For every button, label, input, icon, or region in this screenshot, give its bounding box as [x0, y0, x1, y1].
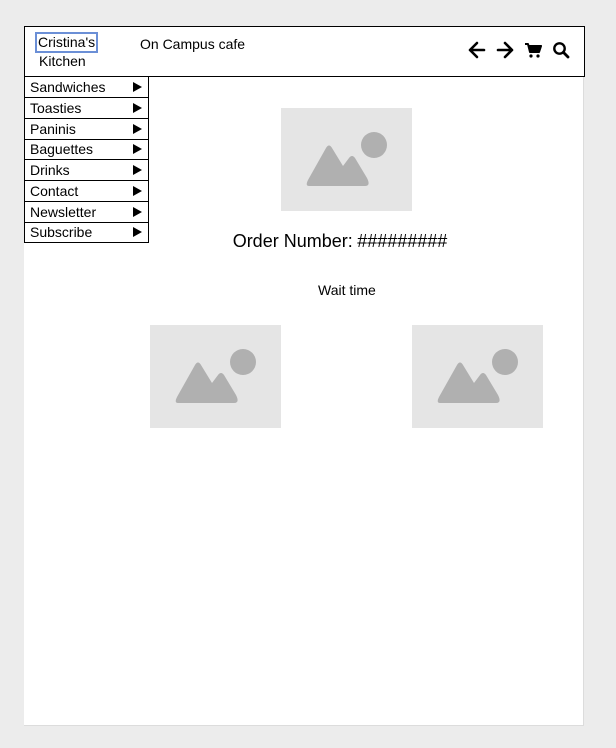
- menu-item-sandwiches[interactable]: Sandwiches: [25, 77, 148, 97]
- arrow-right-icon[interactable]: [496, 41, 514, 59]
- search-icon[interactable]: [552, 41, 570, 59]
- category-menu: Sandwiches Toasties Paninis Baguettes Dr…: [24, 77, 149, 244]
- cart-icon[interactable]: [524, 41, 542, 59]
- image-placeholder-icon: [306, 132, 387, 186]
- image-placeholder-icon: [175, 349, 256, 403]
- menu-item-newsletter[interactable]: Newsletter: [25, 200, 148, 222]
- order-number-label: Order Number:: [232, 231, 353, 251]
- menu-item-label: Toasties: [30, 99, 82, 116]
- menu-item-label: Newsletter: [30, 203, 97, 220]
- order-number-value: #########: [357, 231, 448, 251]
- triangle-right-icon: [133, 185, 142, 196]
- triangle-right-icon: [133, 102, 142, 113]
- site-tagline: On Campus cafe: [140, 36, 246, 52]
- image-placeholder-icon: [437, 349, 518, 403]
- arrow-left-icon[interactable]: [468, 41, 486, 59]
- menu-item-baguettes[interactable]: Baguettes: [25, 138, 148, 160]
- menu-item-paninis[interactable]: Paninis: [25, 117, 148, 139]
- wait-time-label: Wait time: [318, 282, 376, 298]
- site-header: Cristina's Kitchen On Campus cafe: [24, 26, 585, 77]
- logo-text-line2: Kitchen: [39, 53, 86, 69]
- order-number: Order Number: #########: [0, 231, 616, 252]
- triangle-right-icon: [133, 123, 142, 134]
- menu-item-label: Drinks: [30, 162, 70, 179]
- menu-item-drinks[interactable]: Drinks: [25, 159, 148, 180]
- menu-item-label: Baguettes: [30, 141, 94, 158]
- triangle-right-icon: [133, 206, 142, 217]
- logo-text-line1: Cristina's: [35, 32, 99, 53]
- menu-item-contact[interactable]: Contact: [25, 180, 148, 201]
- site-logo[interactable]: Cristina's Kitchen: [35, 32, 99, 70]
- header-toolbar: [468, 41, 570, 59]
- triangle-right-icon: [133, 82, 142, 92]
- image-placeholder-right: [412, 325, 543, 428]
- menu-item-label: Contact: [30, 182, 79, 199]
- triangle-right-icon: [133, 165, 142, 176]
- menu-item-label: Paninis: [30, 120, 76, 137]
- image-placeholder-left: [150, 325, 281, 428]
- menu-item-toasties[interactable]: Toasties: [25, 97, 148, 118]
- menu-item-label: Sandwiches: [30, 79, 106, 95]
- triangle-right-icon: [133, 144, 142, 155]
- image-placeholder-main: [281, 108, 412, 211]
